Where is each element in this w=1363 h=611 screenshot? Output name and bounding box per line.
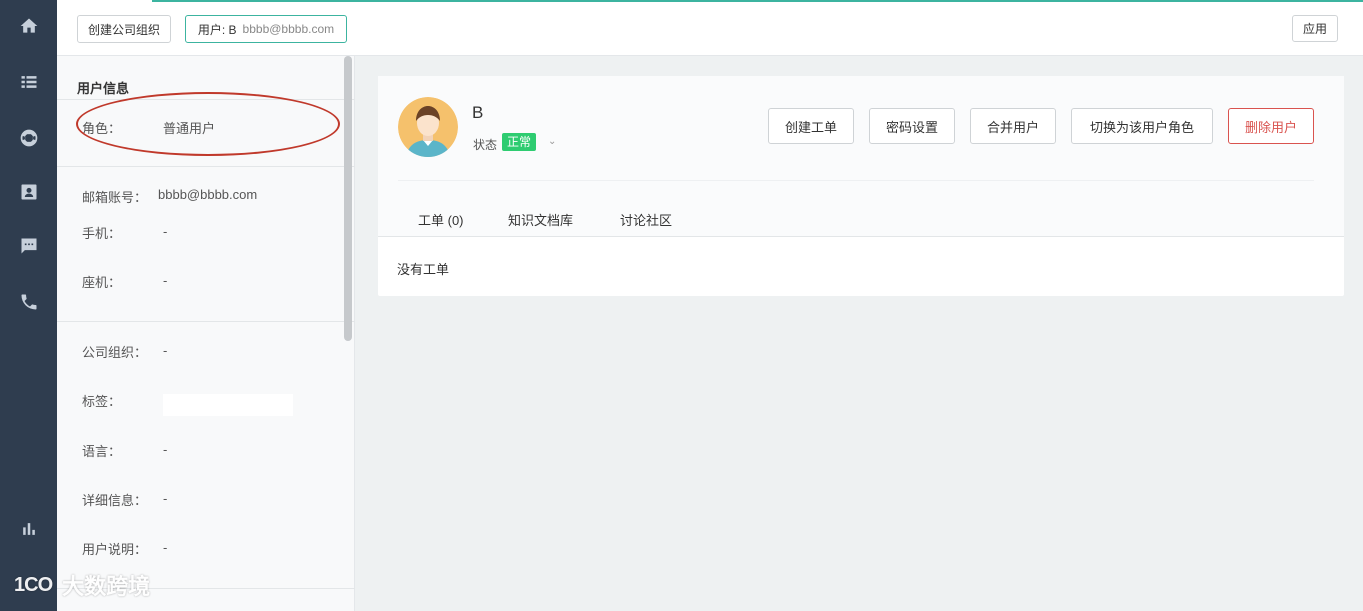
user-tab[interactable]: 用户: B bbbb@bbbb.com bbox=[185, 15, 347, 43]
top-bar: 创建公司组织 用户: B bbbb@bbbb.com 应用 bbox=[57, 0, 1363, 56]
left-panel-scrollbar[interactable] bbox=[344, 56, 352, 341]
merge-user-button[interactable]: 合并用户 bbox=[970, 108, 1056, 144]
org-value: - bbox=[163, 343, 168, 358]
note-label: 用户说明： bbox=[82, 542, 148, 557]
create-org-button[interactable]: 创建公司组织 bbox=[77, 15, 171, 43]
divider bbox=[398, 180, 1314, 181]
mobile-value: - bbox=[163, 224, 168, 239]
divider bbox=[57, 99, 355, 100]
tags-label: 标签： bbox=[82, 394, 122, 409]
top-accent-line bbox=[152, 0, 1363, 2]
nav-list[interactable] bbox=[0, 62, 57, 102]
note-value: - bbox=[163, 540, 168, 555]
nav-reports[interactable] bbox=[0, 509, 57, 549]
list-icon bbox=[21, 76, 36, 88]
tags-input[interactable] bbox=[163, 394, 293, 416]
avatar bbox=[398, 97, 458, 157]
tab-community[interactable]: 讨论社区 bbox=[620, 210, 672, 229]
profile-header: B 状态 正常 ⌄ 创建工单 密码设置 合并用户 切换为该用户角色 删除用户 工… bbox=[378, 76, 1344, 236]
apply-button[interactable]: 应用 bbox=[1292, 15, 1338, 42]
nav-contacts[interactable] bbox=[0, 172, 57, 212]
user-tab-email: bbbb@bbbb.com bbox=[242, 22, 335, 36]
details-value: - bbox=[163, 491, 168, 506]
home-icon bbox=[20, 18, 37, 33]
org-label: 公司组织： bbox=[82, 345, 148, 360]
language-label: 语言： bbox=[82, 444, 122, 459]
watermark-logo: 1CO bbox=[14, 573, 53, 596]
nav-support[interactable] bbox=[0, 118, 57, 158]
details-label: 详细信息： bbox=[82, 493, 148, 508]
email-label: 邮箱账号： bbox=[82, 190, 148, 205]
chat-icon bbox=[21, 238, 36, 254]
tab-tickets[interactable]: 工单 (0) bbox=[418, 210, 464, 229]
status-label: 状态 bbox=[473, 138, 498, 152]
empty-tickets-text: 没有工单 bbox=[397, 262, 450, 277]
nav-phone[interactable] bbox=[0, 282, 57, 322]
nav-chat[interactable] bbox=[0, 226, 57, 266]
watermark: 1CO 大数跨境 bbox=[14, 569, 150, 601]
chevron-down-icon[interactable]: ⌄ bbox=[548, 136, 556, 147]
role-value: 普通用户 bbox=[163, 121, 216, 136]
user-info-title: 用户信息 bbox=[77, 81, 130, 96]
language-value: - bbox=[163, 442, 168, 457]
create-ticket-button[interactable]: 创建工单 bbox=[768, 108, 854, 144]
divider bbox=[57, 321, 355, 322]
password-settings-button[interactable]: 密码设置 bbox=[869, 108, 955, 144]
lifebuoy-icon bbox=[20, 129, 37, 147]
mobile-label: 手机： bbox=[82, 226, 122, 241]
tab-knowledge-base[interactable]: 知识文档库 bbox=[508, 210, 573, 229]
tabs-divider bbox=[378, 236, 1344, 237]
email-value: bbbb@bbbb.com bbox=[158, 187, 258, 202]
divider bbox=[57, 166, 355, 167]
contact-card-icon bbox=[21, 184, 36, 200]
nav-home[interactable] bbox=[0, 6, 57, 46]
delete-user-button[interactable]: 删除用户 bbox=[1228, 108, 1314, 144]
user-info-panel: 用户信息 角色： 普通用户 邮箱账号： bbbb@bbbb.com 手机： - … bbox=[57, 56, 355, 611]
landline-label: 座机： bbox=[82, 275, 122, 290]
user-name: B bbox=[472, 103, 484, 122]
landline-value: - bbox=[163, 273, 168, 288]
status-badge: 正常 bbox=[502, 133, 537, 151]
watermark-text: 大数跨境 bbox=[62, 574, 151, 599]
phone-icon bbox=[21, 294, 36, 310]
switch-role-button[interactable]: 切换为该用户角色 bbox=[1071, 108, 1213, 144]
left-nav bbox=[0, 0, 57, 611]
bar-chart-icon bbox=[22, 523, 35, 535]
user-tab-prefix: 用户: B bbox=[197, 22, 237, 37]
role-label: 角色： bbox=[82, 121, 122, 136]
user-profile-card: B 状态 正常 ⌄ 创建工单 密码设置 合并用户 切换为该用户角色 删除用户 工… bbox=[378, 76, 1344, 296]
